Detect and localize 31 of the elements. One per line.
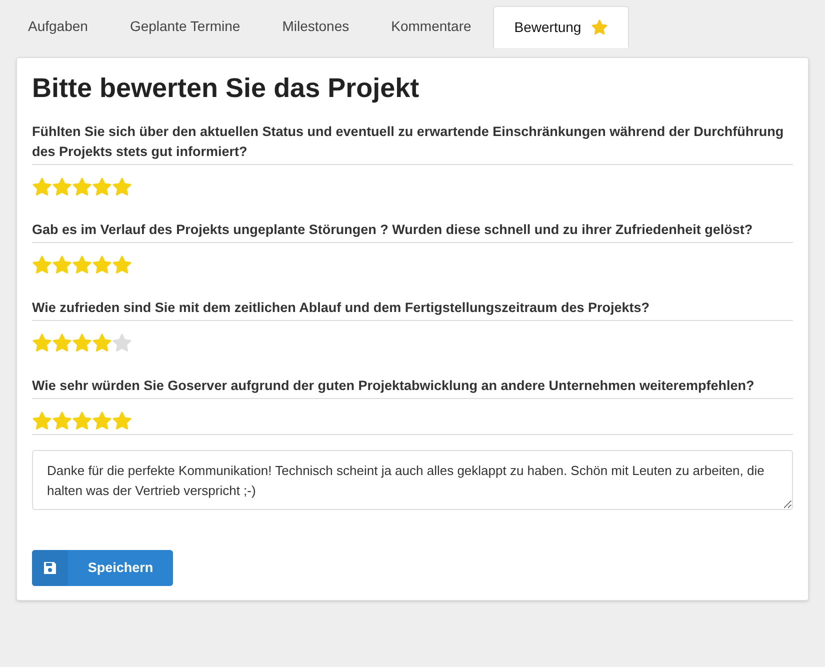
- star-icon: [52, 177, 72, 196]
- save-button[interactable]: Speichern: [32, 550, 173, 586]
- tab[interactable]: Kommentare: [371, 5, 492, 47]
- tab[interactable]: Milestones: [262, 5, 370, 47]
- star-icon: [32, 255, 52, 274]
- star-icon: [92, 333, 112, 352]
- question-text: Wie zufrieden sind Sie mit dem zeitlichen Ablauf und dem Fertigstellungszeitraum des Projekts?: [32, 292, 793, 321]
- star-icon: [52, 411, 72, 430]
- tab[interactable]: Geplante Termine: [110, 5, 260, 47]
- star-icon: [92, 411, 112, 430]
- star-icon: [32, 411, 52, 430]
- comment-field[interactable]: Danke für die perfekte Kommunikation! Technisch scheint ja auch alles geklappt zu haben. Schön mit Leuten zu arbeiten, die halten was der Vertrieb verspricht ;-): [32, 450, 793, 510]
- star-icon: [52, 333, 72, 352]
- tab[interactable]: Bewertung: [493, 6, 630, 48]
- star-icon: [112, 411, 132, 430]
- star-icon: [32, 177, 52, 196]
- star-icon: [52, 255, 72, 274]
- star-icon: [112, 255, 132, 274]
- question-text: Wie sehr würden Sie Goserver aufgrund der guten Projektabwicklung an andere Unternehmen weiterempfehlen?: [32, 370, 793, 399]
- question-text: Fühlten Sie sich über den aktuellen Status und eventuell zu erwartende Einschränkungen während der Durchführung des Projekts stets gut informiert?: [32, 116, 793, 165]
- star-icon: [72, 255, 92, 274]
- star-icon: [112, 177, 132, 196]
- star-icon: [72, 411, 92, 430]
- star-icon: [32, 333, 52, 352]
- page-title: Bitte bewerten Sie das Projekt: [32, 72, 420, 105]
- star-icon: [92, 255, 112, 274]
- star-icon: [72, 177, 92, 196]
- star-icon: [72, 333, 92, 352]
- star-icon: [92, 177, 112, 196]
- tab[interactable]: Aufgaben: [8, 5, 108, 47]
- question-text: Gab es im Verlauf des Projekts ungeplante Störungen ? Wurden diese schnell und zu ihrer Zufriedenheit gelöst?: [32, 214, 793, 243]
